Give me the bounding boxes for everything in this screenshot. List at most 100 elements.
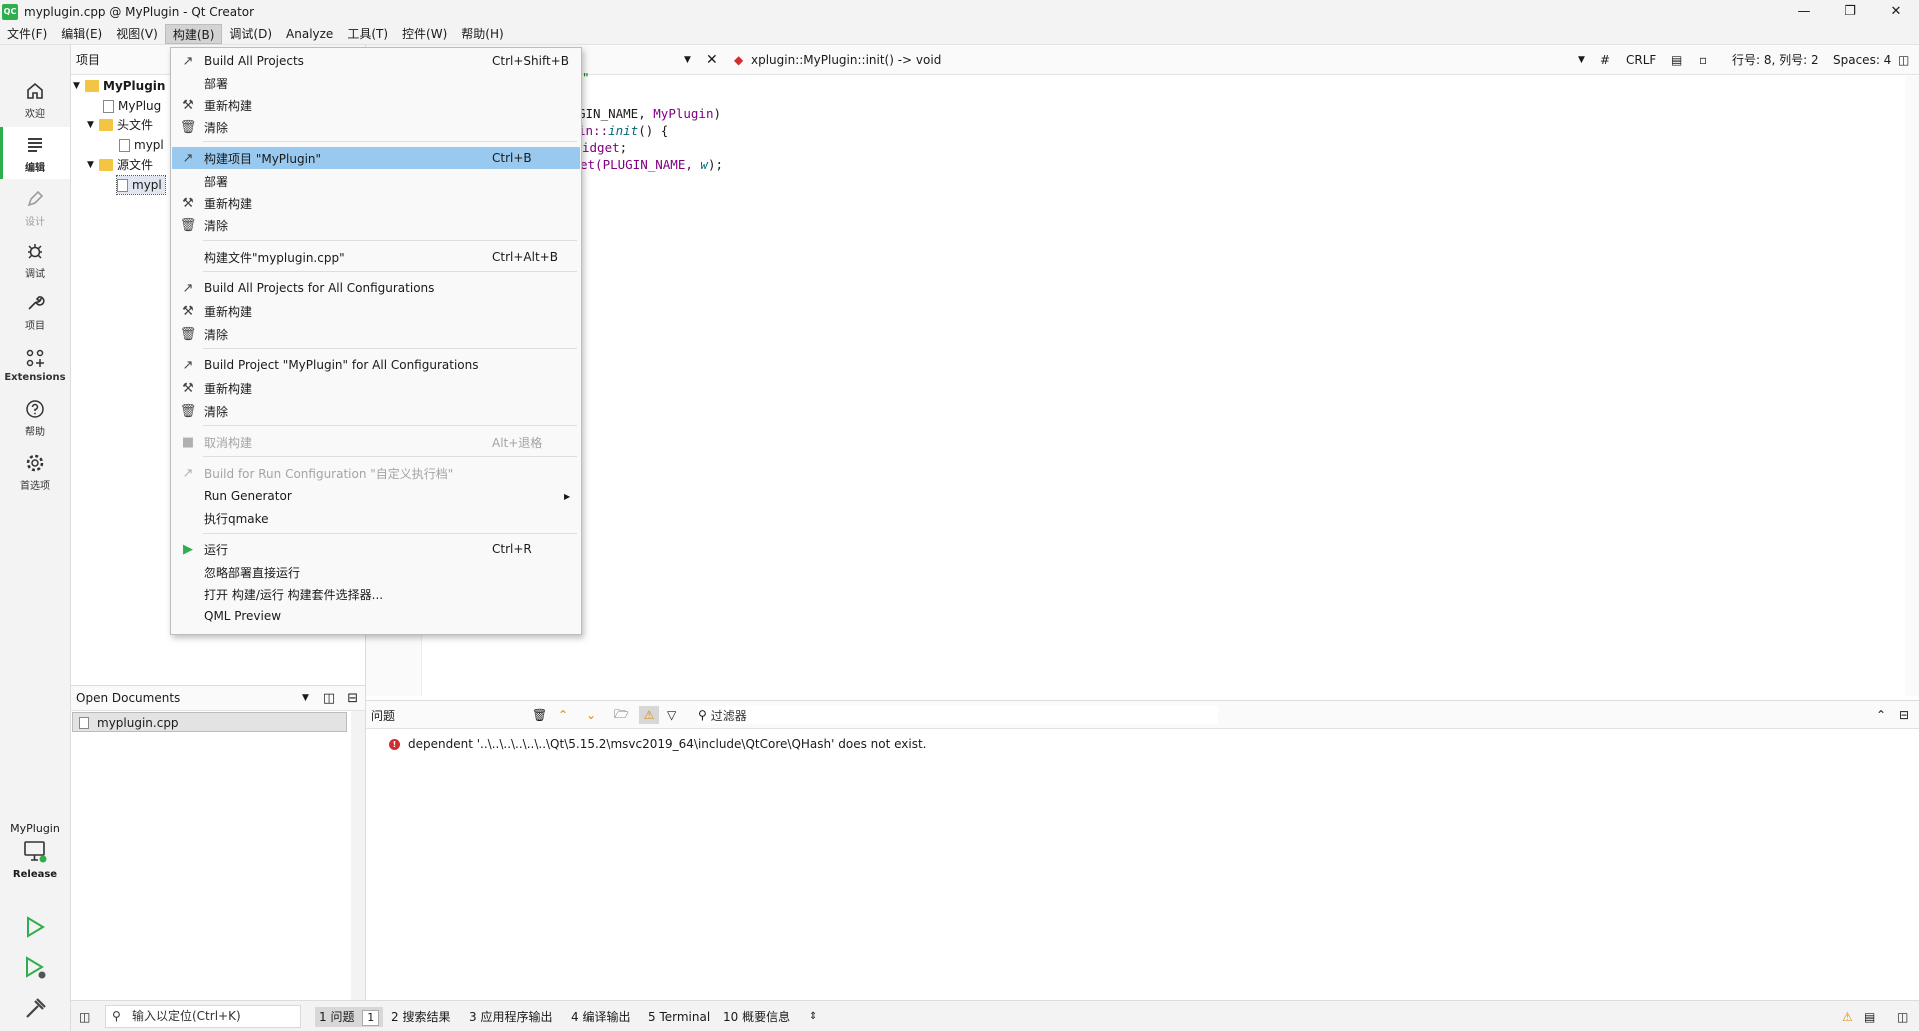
menu-item-build-all-configs[interactable]: ↗ Build All Projects for All Configurati… (172, 277, 580, 299)
menu-item-rebuild-all-configs[interactable]: ⚒ 重新构建 (172, 300, 580, 322)
chevron-up-icon[interactable]: ⌃ (558, 706, 568, 724)
tree-item-header-file[interactable]: mypl (119, 136, 164, 154)
chevron-down-icon[interactable]: ▼ (1578, 55, 1585, 65)
editor-scrollbar[interactable] (1905, 76, 1919, 696)
build-hammer-icon[interactable] (23, 995, 49, 1024)
menu-item-rebuild-project-all-configs[interactable]: ⚒ 重新构建 (172, 377, 580, 399)
window-title: myplugin.cpp @ MyPlugin - Qt Creator (24, 4, 255, 19)
menu-item-cancel-build[interactable]: ■ 取消构建 Alt+退格 (172, 431, 580, 453)
menu-file[interactable]: 文件(F) (0, 24, 54, 44)
tree-item-pro-file[interactable]: MyPlug (103, 97, 161, 115)
mode-debug[interactable]: 调试 (0, 233, 70, 285)
locator-input[interactable]: ⚲ 输入以定位(Ctrl+K) (105, 1005, 301, 1028)
menu-item-label: 部署 (204, 174, 229, 189)
open-document-item[interactable]: myplugin.cpp (72, 712, 347, 732)
menu-item-build-run-config[interactable]: ↗ Build for Run Configuration "自定义执行档" (172, 462, 580, 484)
menu-help[interactable]: 帮助(H) (454, 24, 510, 44)
progress-icon[interactable]: ▤ (1864, 1007, 1875, 1027)
chevron-down-icon[interactable]: ⌄ (586, 706, 596, 724)
mode-help[interactable]: 帮助 (0, 391, 70, 443)
folder-open-icon[interactable]: 🗁 (614, 706, 629, 724)
menu-analyze[interactable]: Analyze (279, 24, 340, 44)
menu-item-open-kit-selector[interactable]: 打开 构建/运行 构建套件选择器... (172, 583, 580, 605)
updown-arrow-icon[interactable]: ⇕ (809, 1007, 817, 1027)
mode-design[interactable]: 设计 (0, 181, 70, 233)
menu-item-deploy-project[interactable]: 部署 (172, 170, 580, 192)
open-documents-dropdown[interactable]: Open Documents (76, 691, 302, 705)
file-lock-icon[interactable]: ▫ (1699, 53, 1707, 67)
chevron-down-icon[interactable]: ▼ (684, 55, 691, 65)
menu-item-rebuild-project[interactable]: ⚒ 重新构建 (172, 192, 580, 214)
menu-item-rebuild-all[interactable]: ⚒ 重新构建 (172, 94, 580, 116)
mode-projects[interactable]: 项目 (0, 285, 70, 337)
menu-item-clean-all-configs[interactable]: 🗑 清除 (172, 323, 580, 345)
mode-extensions[interactable]: Extensions (0, 338, 70, 390)
tree-item-source-file[interactable]: mypl (116, 175, 166, 195)
close-document-icon[interactable]: ✕ (706, 52, 718, 68)
close-pane-icon[interactable]: ⊟ (347, 691, 358, 706)
menu-item-run-qmake[interactable]: 执行qmake (172, 507, 580, 529)
menu-item-clean-all[interactable]: 🗑 清除 (172, 116, 580, 138)
menu-item-deploy-all[interactable]: 部署 (172, 72, 580, 94)
menu-separator (203, 240, 577, 241)
tab-application-output[interactable]: 3 应用程序输出 (469, 1007, 552, 1027)
close-window-button[interactable]: ✕ (1873, 0, 1919, 23)
edit-lines-icon (23, 133, 47, 157)
code-editor[interactable]: " GIN_NAME, MyPlugin) in::init() { idget… (366, 70, 1919, 696)
menu-item-run-without-deploy[interactable]: 忽略部署直接运行 (172, 561, 580, 583)
open-documents-scrollbar[interactable] (351, 711, 365, 1000)
hash-button[interactable]: # (1600, 53, 1610, 67)
menu-build[interactable]: 构建(B) (164, 23, 223, 44)
minimize-button[interactable]: — (1781, 0, 1827, 23)
menu-edit[interactable]: 编辑(E) (54, 24, 109, 44)
document-icon[interactable]: ▤ (1671, 53, 1682, 67)
cursor-position-label[interactable]: 行号: 8, 列号: 2 (1732, 51, 1819, 68)
menu-item-build-all-projects[interactable]: ↗ Build All Projects Ctrl+Shift+B (172, 50, 580, 72)
menu-view[interactable]: 视图(V) (109, 24, 165, 44)
mode-preferences[interactable]: 首选项 (0, 445, 70, 497)
menu-shortcut: Ctrl+Alt+B (492, 250, 558, 264)
menu-item-run-generator[interactable]: Run Generator ▶ (172, 485, 580, 507)
tree-root-project[interactable]: ▼ MyPlugin (73, 77, 165, 95)
tab-terminal[interactable]: 5 Terminal (648, 1007, 710, 1027)
warning-icon[interactable]: ⚠ (1842, 1007, 1853, 1027)
locator-placeholder: 输入以定位(Ctrl+K) (132, 1009, 241, 1023)
chevron-down-icon[interactable]: ▼ (302, 693, 309, 703)
tab-compile-output[interactable]: 4 编译输出 (571, 1007, 630, 1027)
split-view-icon[interactable]: ◫ (323, 691, 335, 706)
warning-filter-icon[interactable]: ⚠ (639, 706, 659, 724)
run-icon[interactable] (23, 915, 47, 942)
menu-item-qml-preview[interactable]: QML Preview (172, 605, 580, 627)
indentation-selector[interactable]: Spaces: 4 (1833, 53, 1891, 67)
maximize-pane-icon[interactable]: ⌃ (1876, 706, 1886, 724)
menu-debug[interactable]: 调试(D) (222, 24, 279, 44)
issue-row[interactable]: ! dependent '..\..\..\..\..\..\Qt\5.15.2… (389, 737, 927, 751)
symbol-selector[interactable]: xplugin::MyPlugin::init() -> void (751, 53, 941, 67)
menu-item-build-file[interactable]: 构建文件"myplugin.cpp" Ctrl+Alt+B (172, 246, 580, 268)
menu-item-clean-project[interactable]: 🗑 清除 (172, 214, 580, 236)
tab-search-results[interactable]: 2 搜索结果 (391, 1007, 450, 1027)
tree-folder-sources[interactable]: ▼ 源文件 (87, 156, 153, 174)
kit-selector[interactable]: Release (0, 840, 70, 890)
restore-button[interactable]: ❐ (1827, 0, 1873, 23)
debug-run-icon[interactable] (23, 955, 49, 984)
toggle-right-sidebar-icon[interactable]: ◫ (1897, 1007, 1908, 1027)
line-ending-selector[interactable]: CRLF (1626, 53, 1656, 67)
tab-issues[interactable]: 1 问题 1 (315, 1007, 384, 1027)
menu-item-clean-project-all-configs[interactable]: 🗑 清除 (172, 400, 580, 422)
close-pane-icon[interactable]: ⊟ (1899, 706, 1909, 724)
tab-general-messages[interactable]: 10 概要信息 (723, 1007, 790, 1027)
menu-item-run[interactable]: ▶ 运行 Ctrl+R (172, 538, 580, 560)
menu-item-build-project-all-configs[interactable]: ↗ Build Project "MyPlugin" for All Confi… (172, 354, 580, 376)
mode-welcome[interactable]: 欢迎 (0, 73, 70, 125)
menu-controls[interactable]: 控件(W) (395, 24, 454, 44)
menu-tools[interactable]: 工具(T) (340, 24, 395, 44)
mode-edit[interactable]: 编辑 (0, 127, 70, 179)
tree-folder-headers[interactable]: ▼ 头文件 (87, 116, 153, 134)
filter-funnel-icon[interactable]: ▽ (667, 706, 676, 724)
issues-filter-input[interactable]: ⚲ 过滤器 (698, 706, 1218, 724)
menu-item-build-project[interactable]: ↗ 构建项目 "MyPlugin" Ctrl+B (172, 147, 580, 169)
toggle-sidebar-icon[interactable]: ◫ (79, 1007, 90, 1027)
split-editor-icon[interactable]: ◫ (1898, 53, 1909, 67)
trash-icon[interactable]: 🗑 (532, 706, 547, 724)
